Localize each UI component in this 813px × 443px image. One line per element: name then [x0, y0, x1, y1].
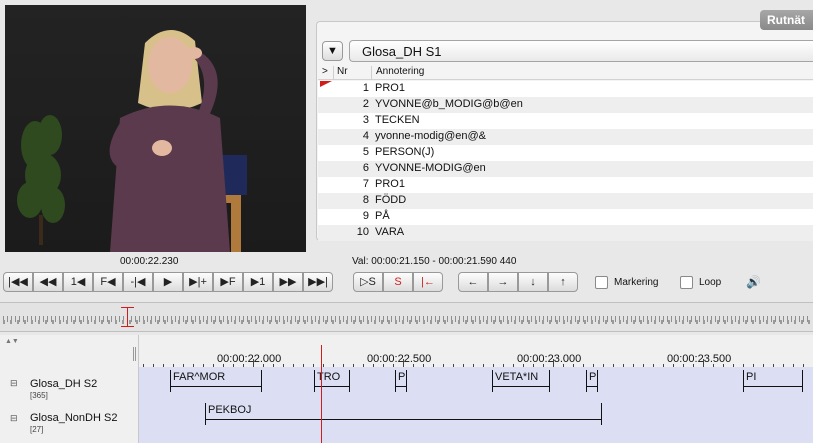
annotation-segment[interactable]: TRO [314, 370, 350, 392]
row-annotation: VARA [375, 226, 405, 238]
annotation-segment[interactable]: P [395, 370, 407, 392]
table-row[interactable]: 9 PÅ [318, 209, 813, 225]
previous-second-button[interactable]: 1◀ [63, 272, 93, 292]
markering-checkbox[interactable] [595, 276, 608, 289]
tier-count: [365] [30, 391, 48, 400]
selection-time: Val: 00:00:21.150 - 00:00:21.590 440 [352, 256, 517, 267]
annotation-segment[interactable]: PEKBOJ [205, 403, 602, 425]
tier-scroll-icon[interactable]: ▲▼ [5, 338, 19, 345]
col-marker[interactable]: > [322, 66, 328, 77]
ruler-label: 00:00:22.000 [217, 353, 282, 365]
current-time: 00:00:22.230 [120, 256, 179, 267]
video-viewer[interactable] [5, 5, 306, 252]
current-row-flag-icon [320, 81, 332, 87]
overview-cursor-cap [121, 326, 134, 327]
go-to-end-button[interactable]: ▶▶| [303, 272, 333, 292]
tree-expand-icon[interactable]: ⊟ [10, 413, 20, 423]
row-nr: 4 [362, 130, 369, 142]
tier-select[interactable]: Glosa_DH S1 [349, 40, 813, 62]
tier-label[interactable]: Glosa_DH S2 [30, 378, 97, 390]
next-second-button[interactable]: ▶1 [243, 272, 273, 292]
row-annotation: YVONNE@b_MODIG@b@en [375, 98, 523, 110]
table-row[interactable]: 7 PRO1 [318, 177, 813, 193]
row-nr: 6 [362, 162, 369, 174]
tier-track[interactable]: PEKBOJ [139, 401, 813, 443]
annotation-segment[interactable]: FAR^MOR [170, 370, 262, 392]
annotation-segment[interactable]: VETA*IN [492, 370, 550, 392]
col-nr[interactable]: Nr [337, 66, 348, 77]
previous-annotation-button[interactable]: ← [458, 272, 488, 292]
go-to-start-button[interactable]: |◀◀ [3, 272, 33, 292]
annotation-segment[interactable]: PI [743, 370, 803, 392]
signer-image [109, 29, 230, 252]
previous-pixel-button[interactable]: -|◀ [123, 272, 153, 292]
play-selection-button[interactable]: ▷S [353, 272, 383, 292]
overview-cursor-cap [121, 307, 134, 308]
table-row[interactable]: 8 FÖDD [318, 193, 813, 209]
table-row[interactable]: 10 VARA [318, 225, 813, 241]
next-annotation-button[interactable]: → [488, 272, 518, 292]
markering-label: Markering [614, 277, 659, 288]
ruler-label: 00:00:22.500 [367, 353, 432, 365]
triangle-down-icon: ▼ [327, 45, 338, 57]
row-nr: 5 [362, 146, 369, 158]
row-annotation: TECKEN [375, 114, 420, 126]
tier-track[interactable]: FAR^MOR TRO P VETA*IN P PI [139, 367, 813, 401]
row-annotation: PRO1 [375, 178, 405, 190]
column-divider [333, 66, 334, 80]
annotation-segment[interactable]: P [586, 370, 598, 392]
table-row[interactable]: 5 PERSON(J) [318, 145, 813, 161]
row-annotation: YVONNE-MODIG@en [375, 162, 486, 174]
row-annotation: yvonne-modig@en@& [375, 130, 486, 142]
row-nr: 3 [362, 114, 369, 126]
tier-label[interactable]: Glosa_NonDH S2 [30, 412, 117, 424]
row-nr: 1 [362, 82, 369, 94]
row-annotation: PERSON(J) [375, 146, 435, 158]
previous-frame-large-button[interactable]: ◀◀ [33, 272, 63, 292]
table-row[interactable]: 3 TECKEN [318, 113, 813, 129]
table-header: > Nr Annotering [318, 66, 813, 80]
play-button[interactable]: ▶ [153, 272, 183, 292]
tree-expand-icon[interactable]: ⊟ [10, 378, 20, 388]
next-frame-large-button[interactable]: ▶▶ [273, 272, 303, 292]
column-divider [371, 66, 372, 80]
col-annotering[interactable]: Annotering [376, 66, 424, 77]
table-row[interactable]: 6 YVONNE-MODIG@en [318, 161, 813, 177]
loop-label: Loop [699, 277, 722, 288]
loop-checkbox[interactable] [680, 276, 693, 289]
tier-up-button[interactable]: ↑ [548, 272, 578, 292]
table-row[interactable]: 4 yvonne-modig@en@& [318, 129, 813, 145]
row-nr: 2 [362, 98, 369, 110]
tier-down-button[interactable]: ↓ [518, 272, 548, 292]
overview-waveform [3, 320, 810, 324]
annotation-list: 1 PRO1 2 YVONNE@b_MODIG@b@en 3 TECKEN 4 yvon… [318, 81, 813, 241]
next-frame-button[interactable]: ▶F [213, 272, 243, 292]
tier-menu-button[interactable]: ▼ [322, 41, 343, 61]
plant-image [17, 115, 65, 245]
overview-cursor[interactable] [127, 307, 128, 327]
row-nr: 10 [356, 226, 369, 238]
table-row[interactable]: 1 PRO1 [318, 81, 813, 97]
tab-rutnat[interactable]: Rutnät [760, 10, 813, 30]
selection-begin-button[interactable]: |← [413, 272, 443, 292]
table-row[interactable]: 2 YVONNE@b_MODIG@b@en [318, 97, 813, 113]
playhead-cursor[interactable] [321, 345, 322, 443]
tier-count: [27] [30, 425, 44, 434]
speaker-icon[interactable]: 🔊 [746, 275, 761, 289]
row-annotation: PÅ [375, 210, 390, 222]
next-pixel-button[interactable]: ▶|+ [183, 272, 213, 292]
splitter-handle[interactable] [133, 347, 136, 361]
tier-name-panel: ▲▼ ⊟ Glosa_DH S2 [365] ⊟ Glosa_NonDH S2 … [0, 335, 139, 443]
clear-selection-button[interactable]: S [383, 272, 413, 292]
row-nr: 9 [362, 210, 369, 222]
ruler-label: 00:00:23.000 [517, 353, 582, 365]
time-ruler[interactable]: 00:00:22.000 00:00:22.500 00:00:23.000 00:0… [139, 346, 813, 367]
row-annotation: FÖDD [375, 194, 407, 206]
row-annotation: PRO1 [375, 82, 405, 94]
previous-frame-button[interactable]: F◀ [93, 272, 123, 292]
row-nr: 7 [362, 178, 369, 190]
row-nr: 8 [362, 194, 369, 206]
ruler-label: 00:00:23.500 [667, 353, 732, 365]
